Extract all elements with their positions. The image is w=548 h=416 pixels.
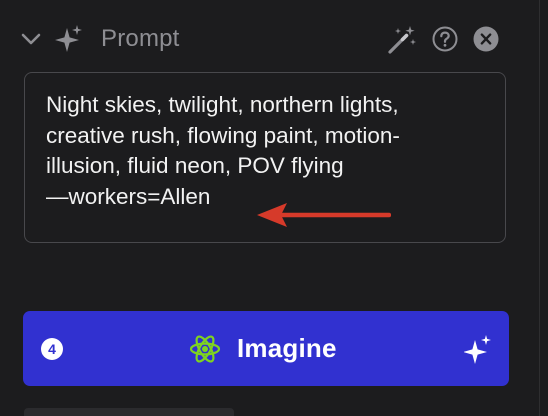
magic-wand-icon[interactable] (386, 24, 418, 56)
prompt-panel: Prompt Night skies, twilight, northern l… (0, 0, 548, 416)
chevron-down-icon[interactable] (18, 26, 44, 52)
atom-icon (189, 335, 221, 363)
help-icon[interactable] (432, 26, 458, 52)
prompt-line: illusion, fluid neon, POV flying (46, 153, 344, 178)
prompt-text: Night skies, twilight, northern lights, … (46, 90, 496, 212)
sparkles-icon (55, 25, 82, 52)
close-icon[interactable] (473, 26, 499, 52)
next-section-edge (24, 408, 234, 416)
sparkles-icon (464, 335, 491, 364)
prompt-line: —workers=Allen (46, 183, 211, 209)
image-count-badge: 4 (41, 338, 63, 360)
red-arrow-icon (257, 203, 391, 227)
panel-divider (539, 0, 540, 416)
prompt-line: Night skies, twilight, northern lights, (46, 92, 399, 117)
imagine-button[interactable]: 4 Imagine (23, 311, 509, 386)
prompt-line: creative rush, flowing paint, motion- (46, 122, 400, 148)
prompt-header: Prompt (0, 18, 548, 62)
section-title: Prompt (101, 25, 180, 52)
imagine-label: Imagine (237, 333, 337, 363)
